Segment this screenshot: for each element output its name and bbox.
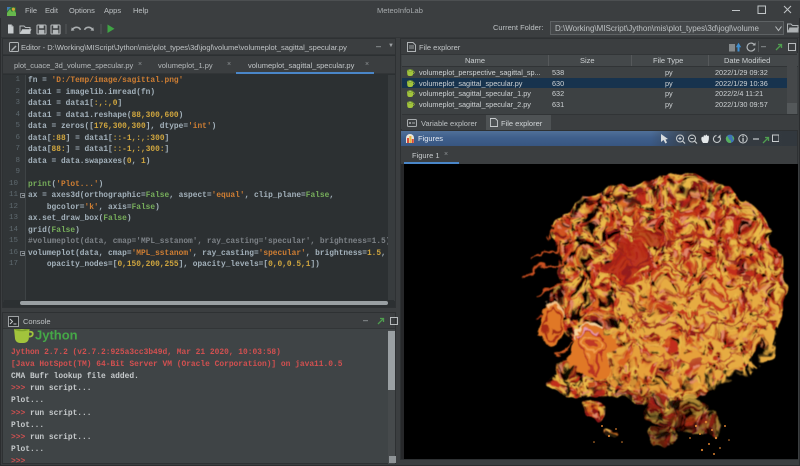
- svg-text:Jython: Jython: [35, 328, 78, 343]
